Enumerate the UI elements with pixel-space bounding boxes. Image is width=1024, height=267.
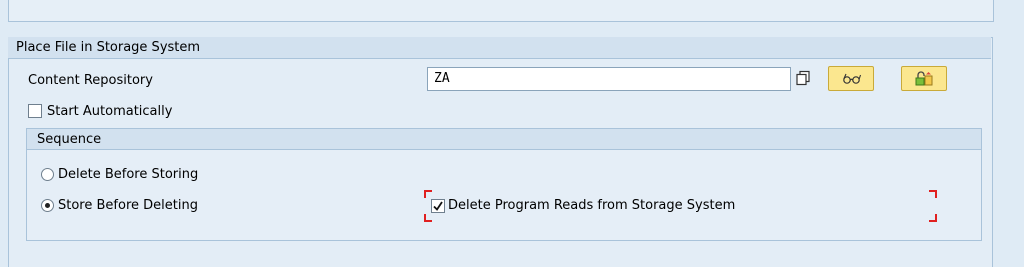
checkmark-icon: [433, 201, 443, 211]
focus-corner-bottom-right: [929, 214, 937, 222]
sequence-group-title: Sequence: [37, 132, 102, 147]
store-before-deleting-radio[interactable]: [41, 199, 54, 212]
sequence-group-header: Sequence: [27, 129, 981, 150]
content-repository-input[interactable]: ZA: [427, 67, 791, 91]
change-button[interactable]: [901, 66, 947, 91]
storage-group-title: Place File in Storage System: [16, 40, 201, 55]
delete-before-storing-radio[interactable]: [41, 168, 54, 181]
content-repository-label: Content Repository: [28, 73, 153, 88]
storage-group-header: Place File in Storage System: [8, 37, 991, 59]
display-button[interactable]: [828, 66, 874, 91]
start-automatically-label: Start Automatically: [47, 104, 173, 119]
delete-before-storing-label: Delete Before Storing: [58, 167, 199, 182]
focus-corner-top-right: [929, 190, 937, 198]
delete-program-reads-label: Delete Program Reads from Storage System: [448, 198, 736, 213]
store-before-deleting-label: Store Before Deleting: [58, 198, 198, 213]
focus-corner-bottom-left: [424, 214, 432, 222]
delete-program-reads-checkbox[interactable]: [431, 199, 445, 213]
focus-corner-top-left: [424, 190, 432, 198]
start-automatically-checkbox[interactable]: [28, 104, 42, 118]
value-help-icon[interactable]: [795, 70, 811, 86]
top-panel: [8, 0, 994, 22]
